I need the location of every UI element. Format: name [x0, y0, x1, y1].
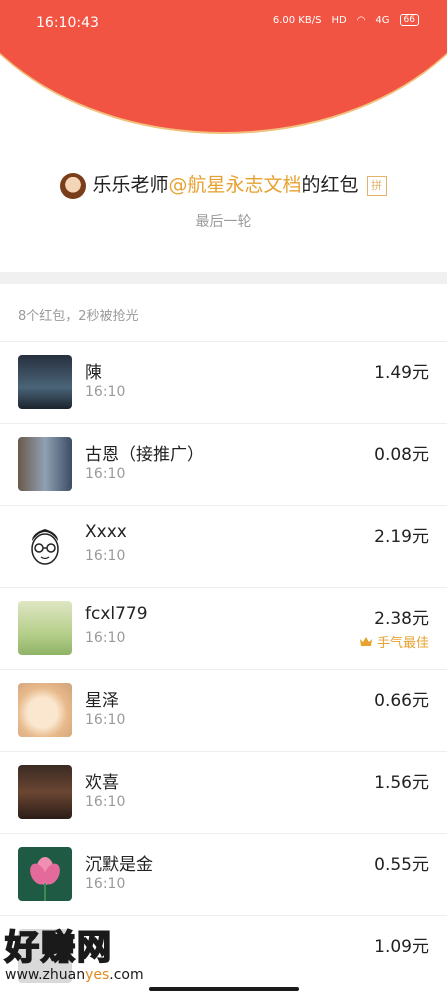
back-icon[interactable] [12, 74, 30, 92]
claim-time: 16:10 [85, 384, 126, 400]
recipient-name: 古恩（接推广） [85, 445, 204, 465]
envelope-suffix: 的红包 [301, 174, 359, 196]
list-item[interactable]: 欢喜 16:10 1.56元 [0, 751, 447, 833]
claim-amount: 2.38元 [374, 609, 429, 629]
claim-amount: 0.55元 [374, 855, 429, 875]
claim-amount: 1.09元 [374, 937, 429, 957]
home-indicator[interactable] [149, 987, 299, 991]
watermark-url: www.zhuanyes.com [5, 967, 195, 983]
sender-name: 乐乐老师 [92, 174, 169, 196]
claim-time: 16:10 [85, 712, 126, 728]
claim-amount: 1.49元 [374, 363, 429, 383]
best-luck-label: 手气最佳 [376, 636, 429, 651]
claim-summary: 8个红包，2秒被抢光 [18, 309, 139, 324]
watermark-url-start: www.zhuan [5, 967, 86, 983]
avatar[interactable] [18, 847, 72, 901]
list-item[interactable]: 古恩（接推广） 16:10 0.08元 [0, 423, 447, 505]
status-icons: 6.00 KB/S HD ◠ 4G 66 [273, 14, 419, 26]
recipient-name: 欢喜 [85, 773, 119, 793]
avatar[interactable] [18, 601, 72, 655]
recipient-name: 星泽 [85, 691, 119, 711]
avatar[interactable] [18, 765, 72, 819]
section-divider [0, 272, 447, 284]
recipient-name: fcxl779 [85, 604, 148, 624]
recipient-name: 沉默是金 [85, 855, 153, 875]
claim-time: 16:10 [85, 466, 126, 482]
recipient-list: 陳 16:10 1.49元 古恩（接推广） 16:10 0.08元 Xxxx 1… [0, 341, 447, 997]
avatar[interactable] [18, 519, 72, 573]
watermark-url-end: .com [109, 967, 144, 983]
claim-amount: 2.19元 [374, 527, 429, 547]
avatar[interactable] [18, 355, 72, 409]
list-item[interactable]: 陳 16:10 1.49元 [0, 341, 447, 423]
claim-amount: 0.66元 [374, 691, 429, 711]
avatar[interactable] [18, 683, 72, 737]
status-time: 16:10:43 [36, 15, 99, 31]
network-speed: 6.00 KB/S [272, 14, 322, 26]
envelope-message: 最后一轮 [195, 214, 252, 230]
claim-amount: 1.56元 [374, 773, 429, 793]
more-icon[interactable] [413, 82, 433, 86]
group-mention: @航星永志文档 [168, 174, 302, 196]
claim-amount: 0.08元 [374, 445, 429, 465]
site-watermark: 好赚网 www.zhuanyes.com [4, 920, 195, 983]
list-item[interactable]: fcxl779 16:10 2.38元 手气最佳 [0, 587, 447, 669]
claim-time: 16:10 [85, 794, 126, 810]
list-item[interactable]: 星泽 16:10 0.66元 [0, 669, 447, 751]
best-luck-badge: 手气最佳 [359, 632, 429, 651]
pin-icon: 拼 [366, 175, 387, 196]
wifi-icon: ◠ [356, 14, 366, 26]
sender-avatar[interactable] [60, 172, 87, 199]
avatar[interactable] [18, 437, 72, 491]
list-item[interactable]: 沉默是金 16:10 0.55元 [0, 833, 447, 915]
hd-indicator: HD [331, 14, 347, 26]
list-item[interactable]: Xxxx 16:10 2.19元 [0, 505, 447, 587]
recipient-name: Xxxx [85, 522, 127, 542]
red-envelope-header: 16:10:43 6.00 KB/S HD ◠ 4G 66 [0, 0, 447, 135]
claim-time: 16:10 [85, 876, 126, 892]
watermark-url-highlight: yes [85, 967, 110, 983]
watermark-title: 好赚网 [4, 927, 113, 969]
claim-time: 16:10 [85, 630, 126, 646]
envelope-sender: 乐乐老师@航星永志文档的红包拼 [0, 170, 447, 199]
crown-icon [359, 637, 372, 646]
battery-icon: 66 [399, 14, 419, 26]
recipient-name: 陳 [85, 363, 102, 383]
claim-time: 16:10 [85, 548, 126, 564]
signal-network: 4G [375, 14, 390, 26]
